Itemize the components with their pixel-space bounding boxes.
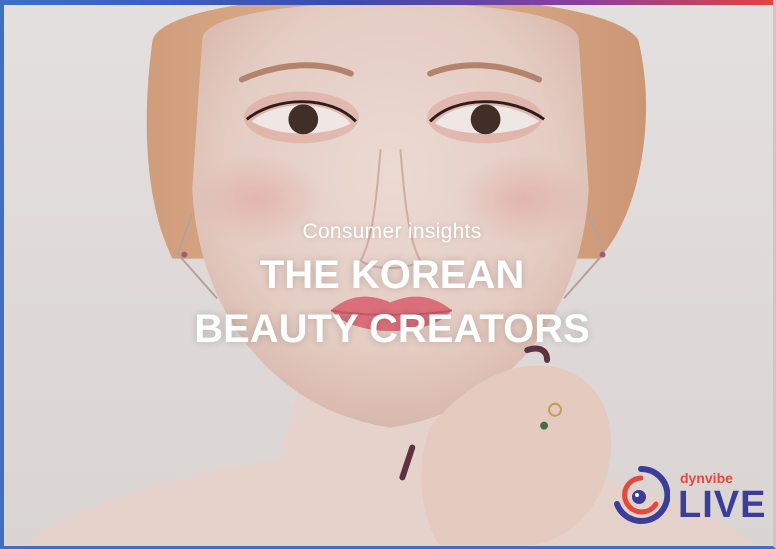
top-accent-bar [4,0,773,5]
title-line-2: BEAUTY CREATORS [194,307,590,351]
dynvibe-live-logo: dynvibe LIVE [612,464,765,528]
title-line-1: THE KOREAN [259,253,525,297]
slide: Consumer insights THE KOREAN BEAUTY CREA… [0,0,776,549]
logo-live-text: LIVE [678,484,767,526]
eye-logo-icon [614,465,670,524]
title-block: Consumer insights THE KOREAN BEAUTY CREA… [4,218,773,354]
subtitle: Consumer insights [302,220,482,243]
